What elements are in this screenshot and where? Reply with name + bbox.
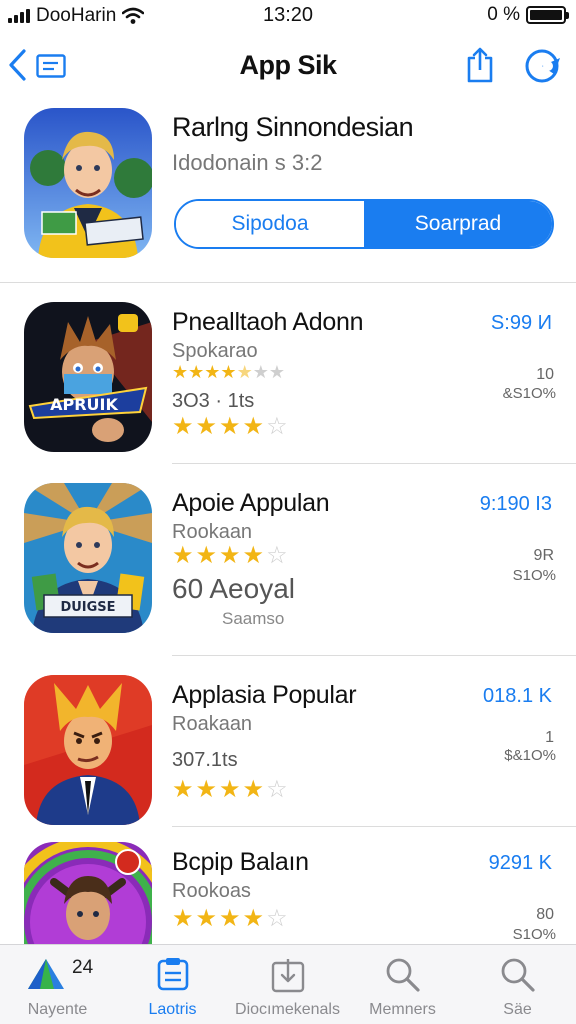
app-stat: 1 <box>545 729 554 746</box>
battery-icon <box>526 6 569 24</box>
row-divider <box>172 826 576 827</box>
clipboard-icon <box>157 958 188 991</box>
app-price[interactable]: S:99 И <box>491 312 552 335</box>
tab-label: Diocımekenals <box>235 1001 340 1018</box>
tab-label: Memners <box>369 1001 436 1018</box>
app-list-item[interactable]: Applasia Popular Roakaan 307.1ts ★ ★ ★ ★ ☆ 0… <box>0 675 576 855</box>
tab-label: Laotris <box>148 1001 197 1018</box>
share-icon[interactable] <box>466 46 494 84</box>
search-icon <box>386 958 420 992</box>
tab-nayente[interactable]: 24 Nayente <box>0 945 115 1024</box>
app-name: Bcpip Balaın <box>172 848 309 876</box>
battery-percent: 0 % <box>487 4 520 25</box>
icon-label: DUIGSE <box>60 600 115 615</box>
search-icon <box>501 958 535 992</box>
app-stat-percent: S1O% <box>512 926 556 943</box>
tab-laotris[interactable]: Laotris <box>115 945 230 1024</box>
segment-left-button[interactable]: Sipodoa <box>176 201 364 247</box>
featured-app-subtitle: Idodonain s 3:2 <box>172 150 323 175</box>
app-subtitle: Rookoas <box>172 880 251 902</box>
featured-app-icon[interactable] <box>24 108 152 258</box>
rating-stars-small: ★ ★ ★ ★ ★ ★ ★ <box>172 362 285 382</box>
app-list-item[interactable]: DUIGSE Apoie Appulan Rookaan ★ ★ ★ ★ ☆ 60 Ae… <box>0 483 576 663</box>
segment-right-button[interactable]: Soarprad <box>364 201 552 247</box>
rating-stars: ★ ★ ★ ★ ☆ <box>172 905 290 932</box>
row-divider <box>172 655 576 656</box>
segmented-control: Sipodoa Soarprad <box>174 199 554 249</box>
app-stat-percent: S1O% <box>512 567 556 584</box>
app-name: Pnealltaoh Adonn <box>172 308 364 336</box>
compass-icon[interactable] <box>524 48 562 84</box>
rating-stars: ★ ★ ★ ★ ☆ <box>172 542 290 569</box>
featured-app: Rarlng Sinnondesian Idodonain s 3:2 Sipo… <box>0 100 576 280</box>
tab-memners[interactable]: Memners <box>345 945 460 1024</box>
section-divider <box>0 282 576 283</box>
app-subtitle: Roakaan <box>172 713 253 735</box>
tab-bar: 24 Nayente Laotris Diocımekenals Memners <box>0 944 576 1024</box>
app-list-item[interactable]: Bcpip Balaın Rookoas ★ ★ ★ ★ ☆ 9291 K 80 S1O… <box>0 842 576 944</box>
app-list-item[interactable]: APRUIK Pnealltaoh Adonn Spokarao ★ ★ ★ ★ ★ ★ ★… <box>0 302 576 482</box>
app-icon[interactable] <box>24 842 152 944</box>
app-price[interactable]: 9:190 I3 <box>480 493 552 516</box>
icon-label: APRUIK <box>50 395 118 414</box>
app-price[interactable]: 9291 K <box>489 852 552 875</box>
rating-stars: ★ ★ ★ ★ ☆ <box>172 776 290 803</box>
download-icon <box>271 959 304 993</box>
app-meta: 3O3 · 1ts <box>172 390 255 412</box>
app-meta: 60 Aeoyal <box>172 573 295 604</box>
app-stat-percent: $&1O% <box>504 747 556 764</box>
app-icon[interactable]: DUIGSE <box>24 483 152 633</box>
navigation-bar: App Sik <box>0 36 576 96</box>
tab-downloads[interactable]: Diocımekenals <box>230 945 345 1024</box>
featured-app-name: Rarlng Sinnondesian <box>172 112 414 142</box>
app-stat: 10 <box>536 366 554 383</box>
app-meta: 307.1ts <box>172 749 238 771</box>
app-stat: 80 <box>536 906 554 923</box>
app-icon[interactable] <box>24 675 152 825</box>
app-stat-percent: &S1O% <box>502 385 556 402</box>
status-bar: DooHarin 13:20 0 % <box>0 0 576 32</box>
rating-stars: ★ ★ ★ ★ ☆ <box>172 413 290 440</box>
prism-icon <box>27 959 64 989</box>
app-subtitle: Spokarao <box>172 340 258 362</box>
row-divider <box>172 463 576 464</box>
app-name: Applasia Popular <box>172 681 357 709</box>
app-stat: 9R <box>533 547 554 564</box>
tab-label: Nayente <box>27 1001 88 1018</box>
tab-label: Säe <box>503 1001 532 1018</box>
tab-sae[interactable]: Säe <box>460 945 575 1024</box>
app-price[interactable]: 018.1 K <box>483 685 552 708</box>
status-right: 0 % <box>487 4 569 26</box>
app-extra: Saamso <box>222 609 285 628</box>
app-name: Apoie Appulan <box>172 489 330 517</box>
tab-badge: 24 <box>72 957 94 978</box>
app-icon[interactable]: APRUIK <box>24 302 152 452</box>
